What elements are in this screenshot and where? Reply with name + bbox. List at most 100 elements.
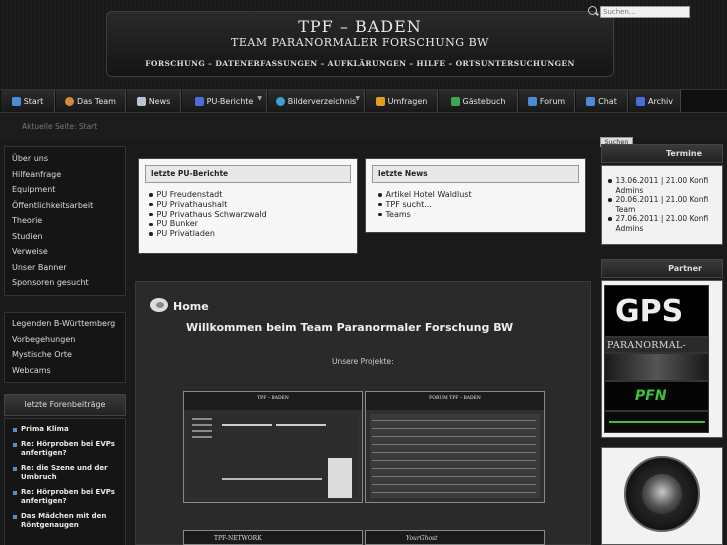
pu-link[interactable]: PU Privathaushalt — [149, 200, 267, 210]
pu-berichte-panel: letzte PU-Berichte PU Freudenstadt PU Pr… — [138, 158, 358, 254]
termine-list: 13.06.2011 | 21.00 Konfi Admins 20.06.20… — [601, 165, 723, 245]
menu-item-mystische-orte[interactable]: Mystische Orte — [5, 347, 125, 363]
project-thumbnail-yourghost[interactable]: YourGhost — [365, 530, 545, 545]
menu-item-equipment[interactable]: Equipment — [5, 182, 125, 198]
partner-logo-stripe — [609, 421, 705, 423]
forum-post[interactable]: Re: die Szene und der Umbruch — [13, 464, 121, 482]
nav-label: PU-Berichte — [206, 96, 254, 106]
search-icon — [588, 6, 597, 15]
nav-label: Chat — [598, 96, 617, 106]
thumbnail-title: TPF-NETWORK — [214, 535, 262, 542]
pu-link-label: PU Privathaus Schwarzwald — [156, 209, 267, 219]
project-thumbnail-network[interactable]: TPF-NETWORK — [183, 530, 363, 545]
news-link[interactable]: Artikel Hotel Waldlust — [378, 190, 472, 200]
thumbnail-detail — [372, 452, 536, 453]
pu-link[interactable]: PU Privatladen — [149, 229, 267, 239]
badge-box — [601, 447, 723, 545]
thumbnail-detail — [372, 468, 536, 469]
paranormal-seal-icon[interactable] — [624, 456, 700, 532]
chart-icon — [375, 96, 385, 106]
page-title: Home — [173, 300, 209, 313]
nav-news[interactable]: News — [126, 90, 181, 112]
partner-logo-five[interactable] — [604, 411, 709, 433]
project-thumbnail-tpf-baden[interactable]: TPF – BADEN — [183, 391, 363, 503]
bullet-icon — [378, 193, 382, 197]
menu-item-webcams[interactable]: Webcams — [5, 363, 125, 379]
partner-logo-pfn[interactable]: PFN — [604, 381, 709, 411]
left-menu-secondary: Legenden B-Württemberg Vorbegehungen Mys… — [4, 312, 126, 383]
menu-item-legenden[interactable]: Legenden B-Württemberg — [5, 316, 125, 332]
nav-pu-berichte[interactable]: PU-Berichte ▼ — [181, 90, 267, 112]
left-menu-main: Über uns Hilfeanfrage Equipment Öffentli… — [4, 146, 126, 296]
guestbook-icon — [450, 96, 460, 106]
forum-post[interactable]: Prima Klima — [13, 425, 121, 434]
menu-item-hilfeanfrage[interactable]: Hilfeanfrage — [5, 167, 125, 183]
nav-das-team[interactable]: Das Team — [55, 90, 126, 112]
forum-post[interactable]: Das Mädchen mit den Röntgenaugen — [13, 512, 121, 530]
bullet-icon — [608, 198, 612, 202]
site-tagline: FORSCHUNG – DATENERFASSUNGEN – AUFKLÄRUN… — [145, 59, 575, 68]
bullet-icon — [149, 193, 153, 197]
partner-logo-three[interactable] — [604, 353, 709, 381]
partner-logo-text: PFN — [635, 388, 667, 404]
pu-link[interactable]: PU Freudenstadt — [149, 190, 267, 200]
nav-chat[interactable]: Chat — [575, 90, 628, 112]
thumbnail-detail — [192, 424, 212, 426]
forum-post[interactable]: Re: Hörproben bei EVPs anfertigen? — [13, 488, 121, 506]
pu-link[interactable]: PU Privathaus Schwarzwald — [149, 210, 267, 220]
menu-item-unser-banner[interactable]: Unser Banner — [5, 260, 125, 276]
news-panel: letzte News Artikel Hotel Waldlust TPF s… — [365, 158, 586, 233]
nav-label: Umfragen — [387, 96, 428, 106]
thumbnail-detail — [222, 478, 322, 480]
bullet-icon — [13, 428, 17, 432]
bullet-icon — [378, 212, 382, 217]
panel-title: letzte News — [372, 165, 579, 183]
nav-gaestebuch[interactable]: Gästebuch — [438, 90, 518, 112]
dropdown-arrow-icon: ▼ — [257, 95, 262, 102]
search-input[interactable] — [600, 6, 690, 18]
forum-post-title: Re: Hörproben bei EVPs anfertigen? — [21, 440, 115, 457]
bullet-icon — [149, 232, 153, 236]
nav-bilderverzeichnis[interactable]: Bilderverzeichnis ▼ — [267, 90, 365, 112]
menu-item-sponsoren[interactable]: Sponsoren gesucht — [5, 275, 125, 291]
menu-item-ueber-uns[interactable]: Über uns — [5, 151, 125, 167]
thumbnail-detail — [372, 428, 536, 429]
partner-logo-gps[interactable]: GPS — [604, 285, 709, 337]
site-subtitle: TEAM PARANORMALER FORSCHUNG BW — [231, 36, 489, 49]
pu-link[interactable]: PU Bunker — [149, 219, 267, 229]
menu-item-theorie[interactable]: Theorie — [5, 213, 125, 229]
pu-link-label: PU Bunker — [156, 219, 198, 229]
partner-logo-paranormal-saar[interactable]: PARANORMAL-SAAR — [604, 337, 709, 353]
news-link[interactable]: TPF sucht... — [378, 200, 472, 210]
nav-archiv[interactable]: Archiv — [628, 90, 681, 112]
thumbnail-title: YourGhost — [406, 535, 438, 542]
bullet-icon — [378, 202, 382, 207]
forum-post[interactable]: Re: Hörproben bei EVPs anfertigen? — [13, 440, 121, 458]
thumbnail-detail — [372, 460, 536, 461]
chat-icon — [586, 96, 596, 106]
globe-icon — [275, 96, 285, 106]
menu-item-studien[interactable]: Studien — [5, 229, 125, 245]
menu-item-oeffentlichkeitsarbeit[interactable]: Öffentlichkeitsarbeit — [5, 198, 125, 214]
nav-umfragen[interactable]: Umfragen — [365, 90, 438, 112]
nav-label: Bilderverzeichnis — [287, 96, 357, 106]
thumbnail-detail — [372, 492, 536, 493]
team-icon — [65, 96, 75, 106]
termin-item: 20.06.2011 | 21.00 Konfi Team — [608, 195, 712, 214]
news-link[interactable]: Teams — [378, 210, 472, 220]
forum-heading: letzte Forenbeiträge — [4, 394, 126, 416]
nav-start[interactable]: Start — [0, 90, 55, 112]
nav-label: Archiv — [647, 96, 673, 106]
thumbnail-detail — [328, 458, 352, 498]
partner-logo-text: PARANORMAL-SAAR — [607, 340, 687, 352]
nav-label: Forum — [539, 96, 566, 106]
bullet-icon — [13, 443, 17, 447]
bullet-icon — [149, 222, 153, 227]
menu-item-verweise[interactable]: Verweise — [5, 244, 125, 260]
header-banner[interactable]: TPF – BADEN TEAM PARANORMALER FORSCHUNG … — [106, 11, 614, 77]
partner-logo-text: GPS — [615, 294, 684, 329]
nav-label: Das Team — [77, 96, 116, 106]
nav-forum[interactable]: Forum — [518, 90, 575, 112]
project-thumbnail-forum[interactable]: FORUM TPF – BADEN — [365, 391, 545, 503]
menu-item-vorbegehungen[interactable]: Vorbegehungen — [5, 332, 125, 348]
